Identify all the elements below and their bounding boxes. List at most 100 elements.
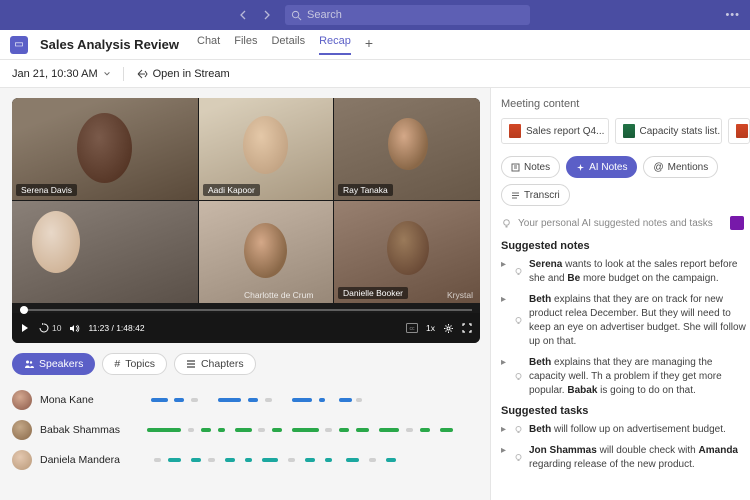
chevron-down-icon	[103, 70, 111, 78]
note-item[interactable]: ▸ Beth explains that they are managing th…	[501, 356, 750, 398]
fullscreen-button[interactable]	[462, 323, 472, 333]
participant-name: Krystal	[442, 289, 478, 301]
pill-label: Speakers	[39, 358, 83, 370]
tab-recap[interactable]: Recap	[319, 35, 351, 55]
pill-label: Mentions	[668, 162, 709, 173]
content-pill-transcript[interactable]: Transcri	[501, 184, 570, 206]
participant-name: Charlotte de Crum	[239, 289, 318, 301]
participant-name: Danielle Booker	[338, 287, 408, 299]
task-text: Jon Shammas will double check with Amand…	[529, 444, 748, 472]
note-text: Beth explains that they are managing the…	[529, 356, 748, 398]
participant-name: Ray Tanaka	[338, 184, 393, 196]
task-item[interactable]: ▸ Jon Shammas will double check with Aman…	[501, 444, 750, 472]
search-placeholder: Search	[307, 9, 342, 21]
video-tile[interactable]: Charlotte de Crum	[199, 201, 333, 303]
content-pill-ai-notes[interactable]: AI Notes	[566, 156, 637, 178]
date-dropdown[interactable]: Jan 21, 10:30 AM	[12, 68, 111, 80]
nav-forward-icon[interactable]	[257, 6, 275, 24]
hash-icon: #	[114, 358, 120, 370]
search-input[interactable]: Search	[285, 5, 530, 25]
file-card[interactable]: Capacity stats list...	[615, 118, 723, 144]
content-pill-notes[interactable]: Notes	[501, 156, 560, 178]
video-time: 11:23 / 1:48:42	[88, 323, 144, 333]
stream-icon	[136, 68, 148, 80]
skip-back-button[interactable]	[38, 322, 50, 334]
video-tile[interactable]: Serena Davis	[12, 98, 198, 200]
avatar	[12, 390, 32, 410]
bulb-icon	[513, 423, 524, 437]
content-pill-mentions[interactable]: @ Mentions	[643, 156, 718, 178]
svg-text:cc: cc	[410, 326, 416, 332]
title-bar: Search •••	[0, 0, 750, 30]
task-item[interactable]: ▸Beth will follow up on advertisement bu…	[501, 423, 750, 437]
note-item[interactable]: ▸Serena wants to look at the sales repor…	[501, 258, 750, 286]
bulb-icon	[513, 258, 524, 286]
more-icon[interactable]: •••	[725, 9, 740, 21]
captions-button[interactable]: cc	[406, 323, 418, 333]
pill-topics[interactable]: # Topics	[102, 353, 167, 375]
app-icon: ▭	[10, 36, 28, 54]
note-item[interactable]: ▸Beth explains that they are on track fo…	[501, 293, 750, 349]
onenote-icon[interactable]	[730, 216, 744, 230]
suggested-notes-header: Suggested notes	[501, 240, 750, 252]
video-progress[interactable]	[20, 309, 472, 311]
participant-name: Serena Davis	[16, 184, 77, 196]
pill-label: AI Notes	[589, 162, 627, 173]
video-tile[interactable]: Danielle Booker Krystal	[334, 201, 480, 303]
chevron-right-icon: ▸	[501, 444, 508, 472]
bulb-icon	[513, 444, 524, 472]
at-icon: @	[653, 162, 663, 173]
file-card[interactable]: Sales report Q4...	[501, 118, 609, 144]
video-tile[interactable]: Ray Tanaka	[334, 98, 480, 200]
ai-hint-row: Your personal AI suggested notes and tas…	[501, 216, 750, 230]
video-tile[interactable]: Aadi Kapoor	[199, 98, 333, 200]
tab-chat[interactable]: Chat	[197, 35, 220, 55]
sub-header: Jan 21, 10:30 AM Open in Stream	[0, 60, 750, 88]
playback-speed[interactable]: 1x	[426, 323, 435, 333]
speaker-name: Babak Shammas	[40, 424, 136, 436]
open-stream-button[interactable]: Open in Stream	[136, 68, 230, 80]
ai-hint-text: Your personal AI suggested notes and tas…	[518, 218, 713, 229]
speaker-name: Mona Kane	[40, 394, 136, 406]
nav-back-icon[interactable]	[235, 6, 253, 24]
sparkle-icon	[576, 163, 585, 172]
tab-details[interactable]: Details	[271, 35, 305, 55]
list-icon	[186, 359, 196, 369]
add-tab-button[interactable]: +	[365, 35, 373, 55]
pill-speakers[interactable]: Speakers	[12, 353, 95, 375]
task-text: Beth will follow up on advertisement bud…	[529, 423, 726, 437]
date-value: Jan 21, 10:30 AM	[12, 68, 98, 80]
avatar	[12, 420, 32, 440]
speaker-row[interactable]: Mona Kane	[12, 385, 480, 415]
speaker-row[interactable]: Babak Shammas	[12, 415, 480, 445]
speaker-timeline[interactable]	[144, 397, 480, 403]
volume-button[interactable]	[69, 323, 80, 334]
avatar	[12, 450, 32, 470]
page-title: Sales Analysis Review	[40, 37, 179, 52]
bulb-icon	[513, 356, 524, 398]
file-name: Sales report Q4...	[526, 126, 604, 137]
transcript-icon	[511, 191, 520, 200]
speakers-list: Mona Kane Babak Shammas Daniela Mandera	[12, 385, 480, 475]
note-text: Serena wants to look at the sales report…	[529, 258, 748, 286]
video-tile[interactable]	[12, 201, 198, 303]
file-card[interactable]	[728, 118, 750, 144]
bulb-icon	[513, 293, 524, 349]
pill-chapters[interactable]: Chapters	[174, 353, 256, 375]
pill-label: Topics	[125, 358, 155, 370]
speaker-row[interactable]: Daniela Mandera	[12, 445, 480, 475]
tab-files[interactable]: Files	[234, 35, 257, 55]
video-controls: 10 11:23 / 1:48:42 cc 1x	[12, 313, 480, 343]
pill-label: Chapters	[201, 358, 244, 370]
play-button[interactable]	[20, 323, 30, 333]
people-icon	[24, 359, 34, 369]
speaker-timeline[interactable]	[144, 427, 480, 433]
pill-label: Transcri	[524, 190, 560, 201]
speaker-timeline[interactable]	[144, 457, 480, 463]
excel-icon	[623, 124, 635, 138]
chevron-right-icon: ▸	[501, 356, 508, 398]
settings-button[interactable]	[443, 323, 454, 334]
open-stream-label: Open in Stream	[153, 68, 230, 80]
video-player: Serena Davis Aadi Kapoor Ray Tanaka Char…	[12, 98, 480, 343]
participant-name: Aadi Kapoor	[203, 184, 260, 196]
